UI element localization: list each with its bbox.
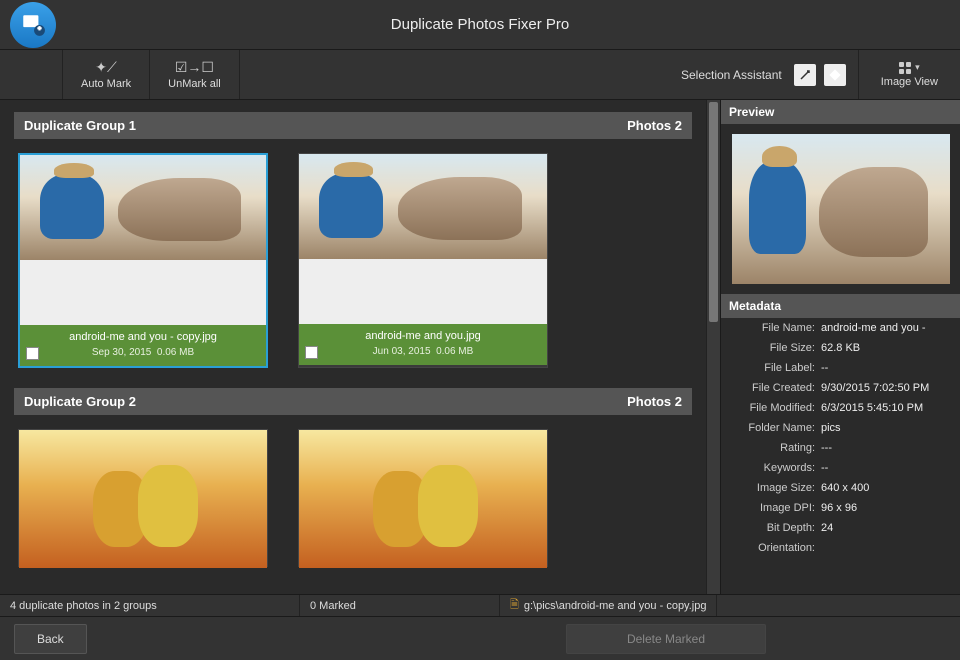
meta-image-size: 640 x 400 xyxy=(821,482,952,494)
preview-image xyxy=(732,134,950,284)
app-logo xyxy=(10,2,56,48)
bottom-bar: Back Delete Marked xyxy=(0,616,960,660)
photo-thumb xyxy=(20,155,266,325)
group-header[interactable]: Duplicate Group 1 Photos 2 xyxy=(14,112,692,139)
group-title: Duplicate Group 1 xyxy=(24,118,136,133)
photo-thumb xyxy=(19,430,267,568)
meta-file-created: 9/30/2015 7:02:50 PM xyxy=(821,382,952,394)
meta-orientation xyxy=(821,542,952,554)
app-title: Duplicate Photos Fixer Pro xyxy=(391,16,569,33)
chevron-down-icon: ▾ xyxy=(915,62,920,73)
photo-checkbox[interactable] xyxy=(26,347,39,360)
sidebar: Preview Metadata File Name:android-me an… xyxy=(720,100,960,594)
meta-file-name: android-me and you - xyxy=(821,322,952,334)
photo-filename: android-me and you.jpg xyxy=(303,330,543,342)
photo-checkbox[interactable] xyxy=(305,346,318,359)
status-summary: 4 duplicate photos in 2 groups xyxy=(0,595,300,616)
image-view-label: Image View xyxy=(881,76,938,88)
meta-image-dpi: 96 x 96 xyxy=(821,502,952,514)
meta-file-label: -- xyxy=(821,362,952,374)
meta-file-size: 62.8 KB xyxy=(821,342,952,354)
selection-assistant: Selection Assistant xyxy=(669,50,858,99)
group-count: Photos 2 xyxy=(627,394,682,409)
status-path: 🗎 g:\pics\android-me and you - copy.jpg xyxy=(500,595,717,616)
auto-mark-label: Auto Mark xyxy=(81,78,131,90)
vertical-scrollbar[interactable] xyxy=(706,100,720,594)
image-view-button[interactable]: ▾ Image View xyxy=(858,50,960,99)
group-count: Photos 2 xyxy=(627,118,682,133)
photo-thumb xyxy=(299,430,547,568)
photo-thumb xyxy=(299,154,547,324)
photo-card[interactable] xyxy=(18,429,268,567)
selection-assistant-label: Selection Assistant xyxy=(681,68,782,82)
metadata-header: Metadata xyxy=(721,294,960,318)
unmark-all-button[interactable]: ☑→☐ UnMark all xyxy=(150,50,240,99)
status-marked: 0 Marked xyxy=(300,595,500,616)
photo-card[interactable]: android-me and you - copy.jpg Sep 30, 20… xyxy=(18,153,268,368)
group-header[interactable]: Duplicate Group 2 Photos 2 xyxy=(14,388,692,415)
meta-file-modified: 6/3/2015 5:45:10 PM xyxy=(821,402,952,414)
preview-header: Preview xyxy=(721,100,960,124)
auto-mark-button[interactable]: ✦⟋ Auto Mark xyxy=(62,50,150,99)
grid-icon xyxy=(899,62,911,74)
selection-assist-2-button[interactable] xyxy=(824,64,846,86)
back-button[interactable]: Back xyxy=(14,624,87,654)
metadata-panel: File Name:android-me and you - File Size… xyxy=(721,318,960,594)
delete-marked-button[interactable]: Delete Marked xyxy=(566,624,766,654)
content-area: Duplicate Group 1 Photos 2 android-me an… xyxy=(0,100,706,594)
status-bar: 4 duplicate photos in 2 groups 0 Marked … xyxy=(0,594,960,616)
file-icon: 🗎 xyxy=(510,596,519,615)
meta-bit-depth: 24 xyxy=(821,522,952,534)
unmark-all-label: UnMark all xyxy=(168,78,221,90)
unmark-icon: ☑→☐ xyxy=(175,59,214,76)
title-bar: Duplicate Photos Fixer Pro xyxy=(0,0,960,50)
meta-rating: --- xyxy=(821,442,952,454)
meta-keywords: -- xyxy=(821,462,952,474)
photo-card[interactable] xyxy=(298,429,548,567)
toolbar: ✦⟋ Auto Mark ☑→☐ UnMark all Selection As… xyxy=(0,50,960,100)
photo-filename: android-me and you - copy.jpg xyxy=(24,331,262,343)
selection-assist-1-button[interactable] xyxy=(794,64,816,86)
photo-card[interactable]: android-me and you.jpg Jun 03, 2015 0.06… xyxy=(298,153,548,368)
wand-icon: ✦⟋ xyxy=(95,59,117,76)
meta-folder-name: pics xyxy=(821,422,952,434)
group-title: Duplicate Group 2 xyxy=(24,394,136,409)
